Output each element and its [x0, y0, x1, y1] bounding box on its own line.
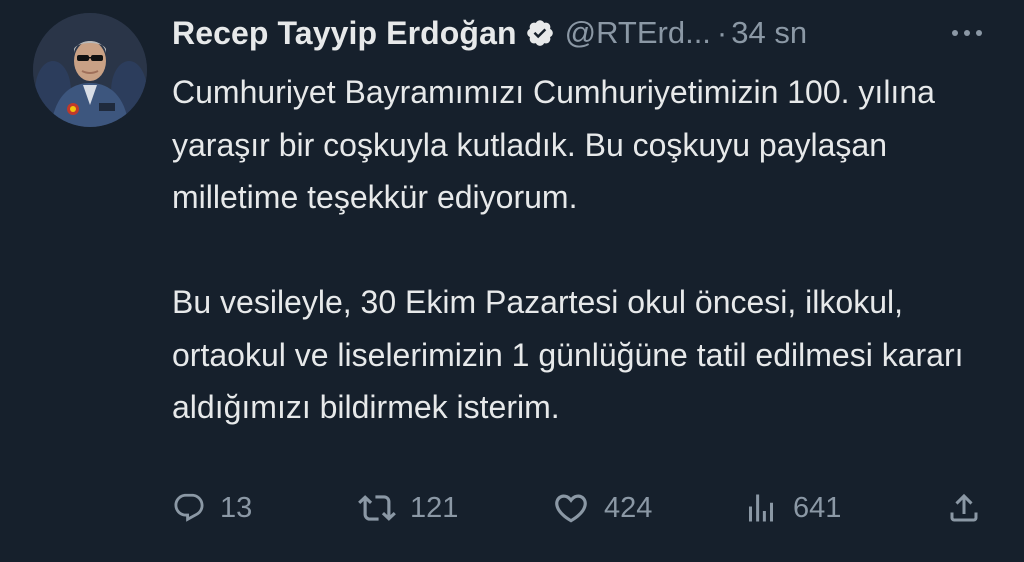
share-button[interactable]: [946, 486, 982, 530]
reply-icon: [172, 491, 206, 525]
views-button[interactable]: 641: [743, 486, 841, 530]
tweet-timestamp[interactable]: 34 sn: [731, 15, 807, 51]
tweet-paragraph: Bu vesileyle, 30 Ekim Pazartesi okul önc…: [172, 284, 964, 425]
author-handle[interactable]: @RTErd...: [565, 15, 711, 51]
separator-dot: ·: [716, 15, 728, 50]
author-avatar[interactable]: [33, 13, 147, 127]
like-count: 424: [604, 491, 653, 524]
more-horizontal-icon[interactable]: [945, 20, 989, 46]
tweet-header: Recep Tayyip Erdoğan @RTErd... · 34 sn: [172, 10, 807, 56]
profile-photo: [33, 13, 147, 127]
heart-icon: [552, 489, 590, 527]
reply-count: 13: [220, 491, 253, 524]
retweet-button[interactable]: 121: [358, 486, 458, 530]
retweet-count: 121: [410, 491, 459, 524]
share-icon: [946, 490, 982, 526]
tweet-actions: 13 121 424 641: [0, 486, 1024, 530]
retweet-icon: [358, 489, 396, 527]
views-count: 641: [793, 491, 842, 524]
tweet-text: Cumhuriyet Bayramımızı Cumhuriyetimizin …: [172, 66, 1002, 434]
verified-badge-icon: [525, 18, 555, 48]
reply-button[interactable]: 13: [172, 486, 252, 530]
tweet-paragraph: Cumhuriyet Bayramımızı Cumhuriyetimizin …: [172, 74, 935, 215]
like-button[interactable]: 424: [552, 486, 652, 530]
author-display-name[interactable]: Recep Tayyip Erdoğan: [172, 15, 517, 52]
views-icon: [743, 490, 779, 526]
tweet[interactable]: Recep Tayyip Erdoğan @RTErd... · 34 sn C…: [0, 0, 1024, 562]
